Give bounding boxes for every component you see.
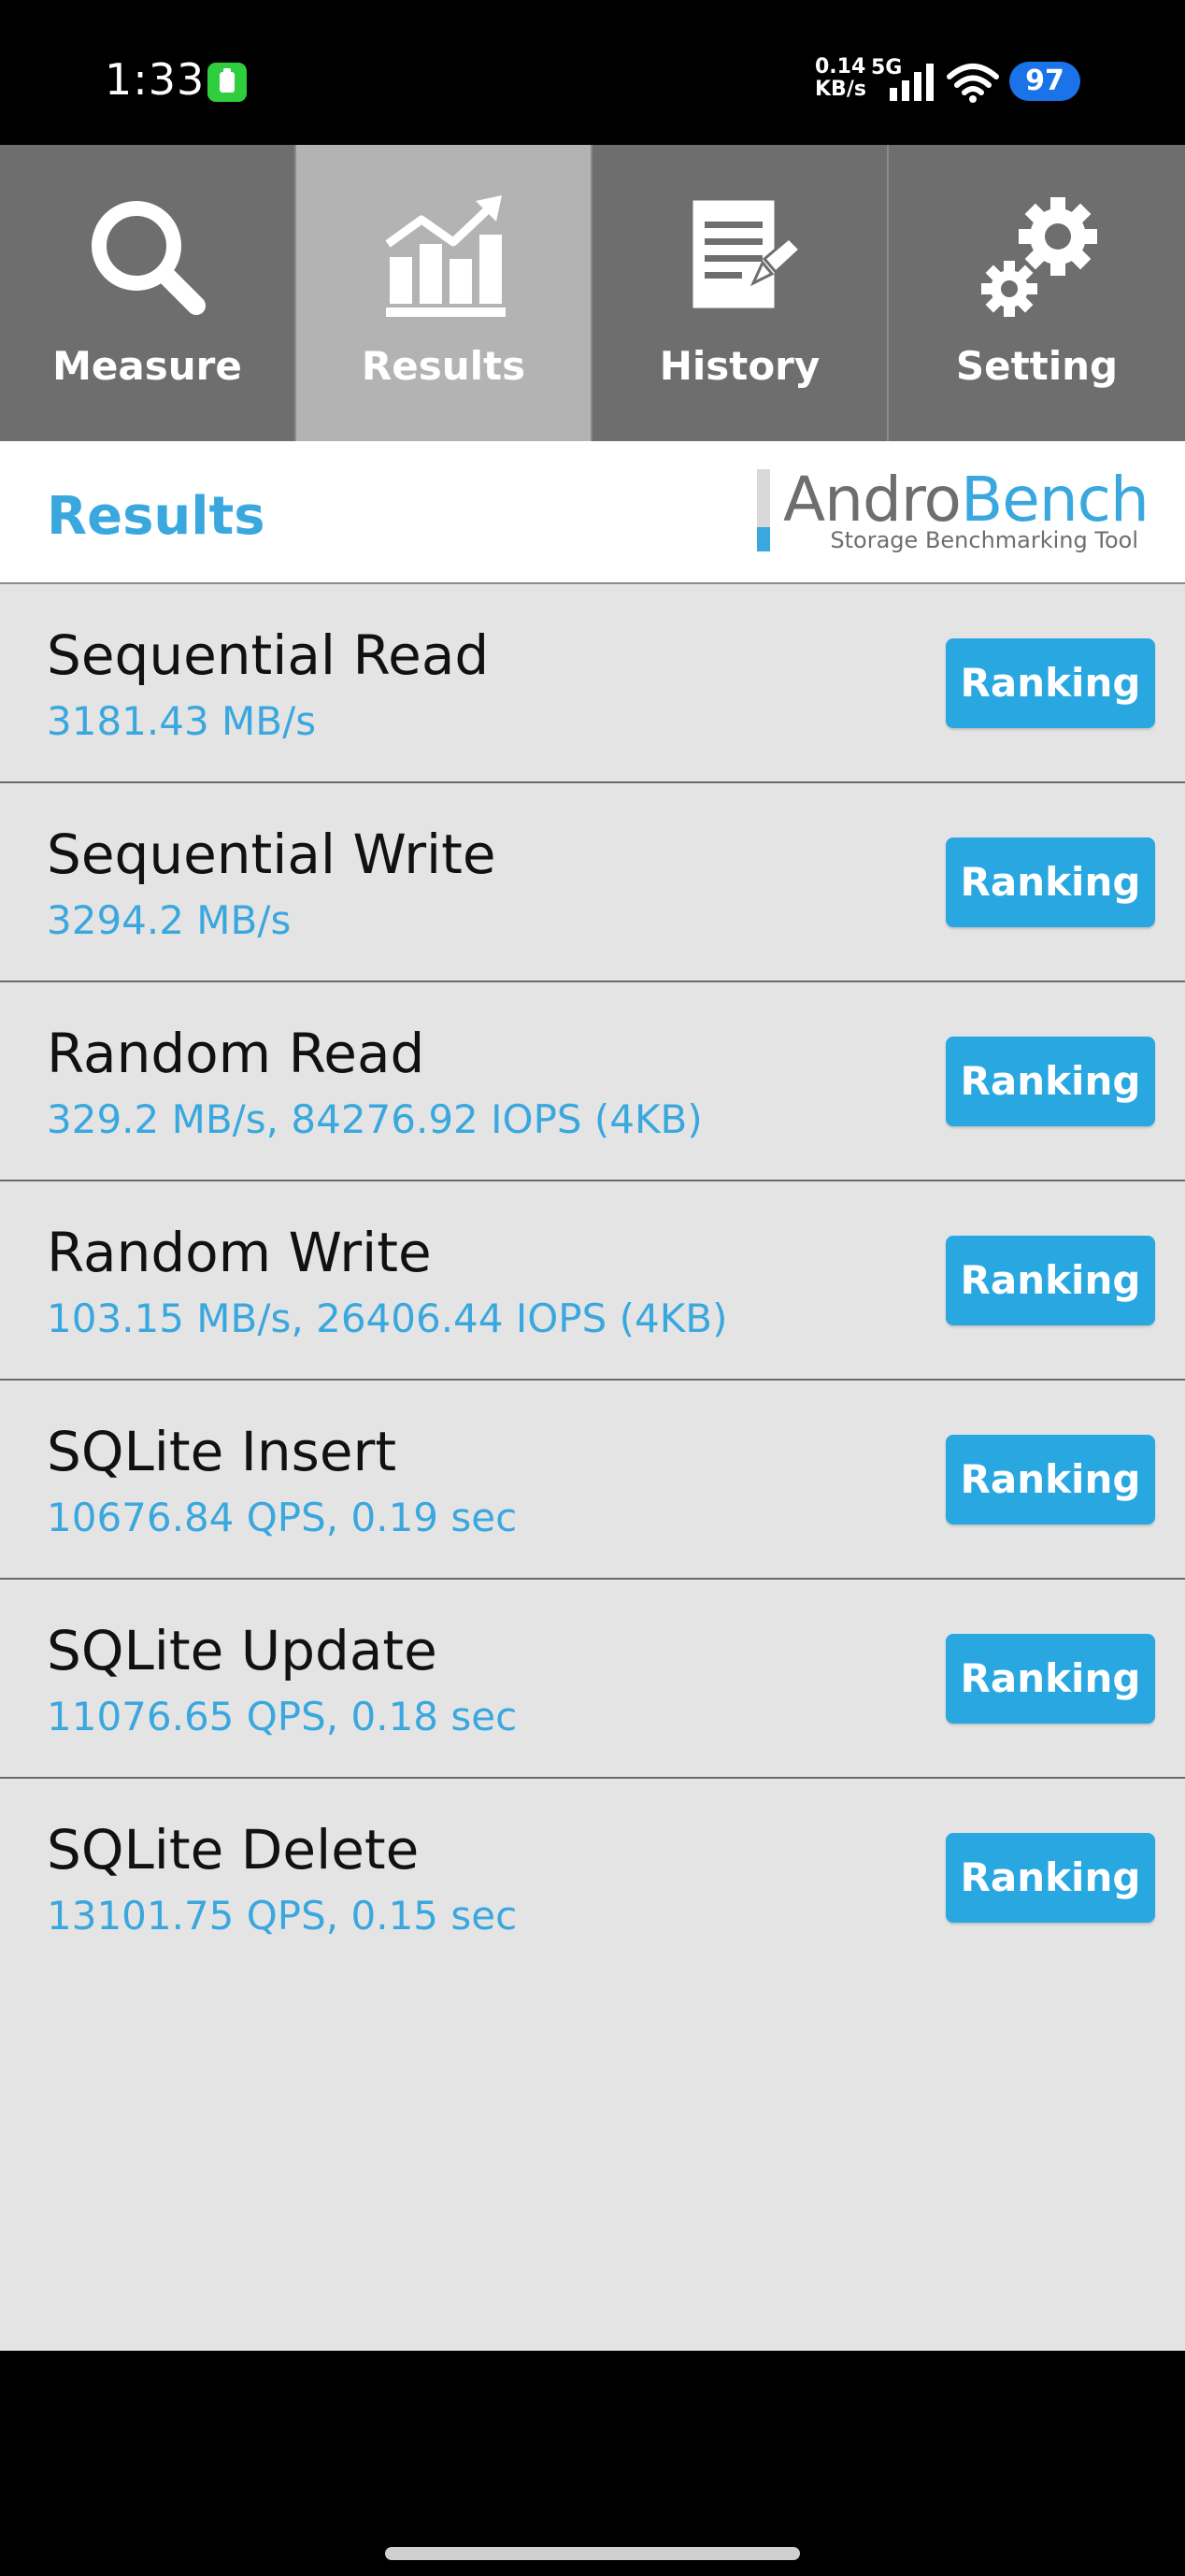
result-row-sqlite-update: SQLite Update 11076.65 QPS, 0.18 sec Ran… (0, 1580, 1185, 1779)
result-name: SQLite Delete (47, 1818, 420, 1882)
result-row-random-write: Random Write 103.15 MB/s, 26406.44 IOPS … (0, 1181, 1185, 1381)
ranking-button[interactable]: Ranking (946, 1236, 1155, 1325)
result-row-random-read: Random Read 329.2 MB/s, 84276.92 IOPS (4… (0, 982, 1185, 1181)
ranking-button[interactable]: Ranking (946, 837, 1155, 927)
gears-icon (980, 197, 1097, 317)
magnifier-icon (91, 201, 206, 315)
network-speed-unit: KB/s (815, 78, 866, 101)
result-name: SQLite Update (47, 1619, 437, 1682)
tab-measure[interactable]: Measure (0, 145, 296, 441)
chart-icon (384, 195, 506, 317)
home-indicator[interactable] (385, 2547, 800, 2560)
tab-label: Setting (955, 343, 1119, 389)
results-header: Results AndroBench Storage Benchmarking … (0, 441, 1185, 584)
battery-level: 97 (1009, 62, 1080, 101)
result-row-sequential-read: Sequential Read 3181.43 MB/s Ranking (0, 584, 1185, 783)
logo-text: AndroBench (783, 464, 1149, 536)
network-speed-value: 0.14 (815, 55, 866, 79)
logo-bench: Bench (960, 464, 1149, 536)
system-nav-bar (0, 2351, 1185, 2576)
tab-label: History (659, 343, 821, 389)
result-value: 3294.2 MB/s (47, 897, 292, 943)
tab-history[interactable]: History (592, 145, 889, 441)
result-value: 11076.65 QPS, 0.18 sec (47, 1694, 518, 1739)
signal-icon (890, 64, 934, 101)
result-name: Random Write (47, 1221, 432, 1284)
tab-bar: Measure Results History Setting (0, 145, 1185, 441)
androbench-logo: AndroBench Storage Benchmarking Tool (757, 464, 1149, 563)
document-icon (690, 197, 802, 311)
result-row-sqlite-delete: SQLite Delete 13101.75 QPS, 0.15 sec Ran… (0, 1779, 1185, 1978)
battery-saver-icon (207, 63, 247, 102)
page-title: Results (47, 486, 265, 547)
result-name: Random Read (47, 1022, 425, 1085)
status-time: 1:33 (105, 54, 206, 105)
result-row-sequential-write: Sequential Write 3294.2 MB/s Ranking (0, 783, 1185, 982)
wifi-icon (947, 64, 999, 103)
result-value: 329.2 MB/s, 84276.92 IOPS (4KB) (47, 1096, 703, 1142)
tab-results[interactable]: Results (296, 145, 592, 441)
result-value: 3181.43 MB/s (47, 698, 317, 744)
logo-andro: Andro (783, 464, 962, 536)
result-value: 10676.84 QPS, 0.19 sec (47, 1495, 518, 1540)
tab-label: Results (361, 343, 526, 389)
network-speed: 0.14 KB/s (815, 56, 866, 101)
tab-setting[interactable]: Setting (889, 145, 1185, 441)
result-name: Sequential Write (47, 823, 496, 886)
result-name: Sequential Read (47, 623, 490, 687)
result-value: 13101.75 QPS, 0.15 sec (47, 1893, 518, 1939)
result-value: 103.15 MB/s, 26406.44 IOPS (4KB) (47, 1295, 728, 1341)
ranking-button[interactable]: Ranking (946, 1037, 1155, 1126)
tab-label: Measure (52, 343, 242, 389)
result-row-sqlite-insert: SQLite Insert 10676.84 QPS, 0.19 sec Ran… (0, 1381, 1185, 1580)
ranking-button[interactable]: Ranking (946, 1833, 1155, 1923)
ranking-button[interactable]: Ranking (946, 1435, 1155, 1524)
logo-bar-icon (757, 469, 770, 551)
logo-subtitle: Storage Benchmarking Tool (830, 527, 1138, 553)
result-name: SQLite Insert (47, 1420, 397, 1483)
status-bar: 1:33 0.14 KB/s 5G 97 (0, 0, 1185, 145)
ranking-button[interactable]: Ranking (946, 638, 1155, 728)
ranking-button[interactable]: Ranking (946, 1634, 1155, 1724)
results-list: Sequential Read 3181.43 MB/s Ranking Seq… (0, 584, 1185, 2351)
